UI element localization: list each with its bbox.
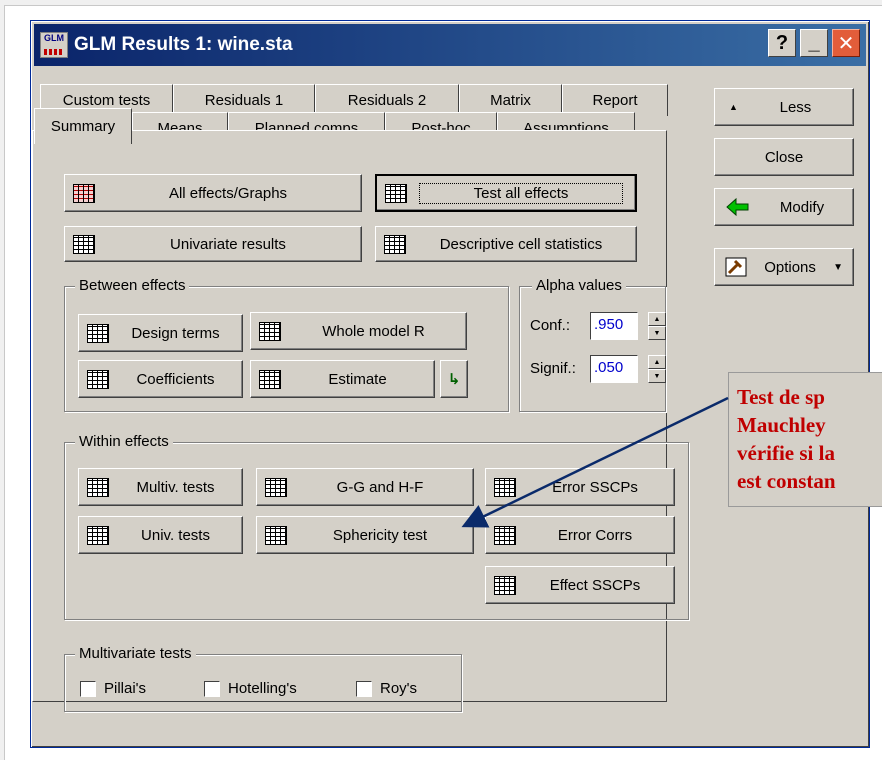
table-icon xyxy=(87,477,109,497)
table-icon xyxy=(73,234,95,254)
table-icon xyxy=(87,525,109,545)
all-effects-graphs-button[interactable]: All effects/Graphs xyxy=(64,174,362,212)
error-sscps-button[interactable]: Error SSCPs xyxy=(485,468,675,506)
glm-app-icon: GLM xyxy=(40,32,68,58)
table-icon xyxy=(87,323,109,343)
alpha-values-title: Alpha values xyxy=(532,277,626,294)
summary-table-icon xyxy=(385,183,407,203)
test-all-effects-button[interactable]: Test all effects xyxy=(375,174,637,212)
univ-tests-button[interactable]: Univ. tests xyxy=(78,516,243,554)
signif-input[interactable]: .050 xyxy=(590,355,638,383)
whole-model-r-button[interactable]: Whole model R xyxy=(250,312,467,350)
hotellings-checkbox[interactable]: Hotelling's xyxy=(204,680,297,697)
alpha-values-group: Alpha values xyxy=(519,277,666,412)
annotation-callout: Test de sp Mauchley vérifie si la est co… xyxy=(728,372,882,507)
within-effects-title: Within effects xyxy=(75,433,173,450)
table-icon xyxy=(259,369,281,389)
annotation-line: vérifie si la xyxy=(737,441,835,465)
signif-label: Signif.: xyxy=(530,360,576,377)
table-icon xyxy=(494,575,516,595)
close-button[interactable]: Close xyxy=(714,138,854,176)
conf-input[interactable]: .950 xyxy=(590,312,638,340)
estimate-arrow-button[interactable]: ↳ xyxy=(440,360,468,398)
table-icon xyxy=(265,525,287,545)
table-icon xyxy=(384,234,406,254)
gg-hf-button[interactable]: G-G and H-F xyxy=(256,468,474,506)
annotation-line: Mauchley xyxy=(737,413,826,437)
univariate-results-button[interactable]: Univariate results xyxy=(64,226,362,262)
design-terms-button[interactable]: Design terms xyxy=(78,314,243,352)
effect-sscps-button[interactable]: Effect SSCPs xyxy=(485,566,675,604)
spin-down-icon[interactable]: ▼ xyxy=(648,326,666,340)
conf-spinner[interactable]: ▲ ▼ xyxy=(648,312,666,340)
window-title: GLM Results 1: wine.sta xyxy=(74,34,293,55)
table-icon xyxy=(259,321,281,341)
coefficients-button[interactable]: Coefficients xyxy=(78,360,243,398)
step-into-icon: ↳ xyxy=(447,371,461,388)
graph-icon xyxy=(73,183,95,203)
multivariate-tests-title: Multivariate tests xyxy=(75,645,196,662)
descriptive-cell-statistics-button[interactable]: Descriptive cell statistics xyxy=(375,226,637,262)
dropdown-arrow-icon: ▼ xyxy=(833,261,843,273)
annotation-line: est constan xyxy=(737,469,836,493)
table-icon xyxy=(87,369,109,389)
estimate-button[interactable]: Estimate xyxy=(250,360,435,398)
roys-checkbox[interactable]: Roy's xyxy=(356,680,417,697)
close-window-button[interactable]: ✕ xyxy=(832,29,860,57)
minimize-button[interactable]: _ xyxy=(800,29,828,57)
annotation-line: Test de sp xyxy=(737,385,825,409)
tab-summary[interactable]: Summary xyxy=(34,108,132,144)
error-corrs-button[interactable]: Error Corrs xyxy=(485,516,675,554)
table-icon xyxy=(265,477,287,497)
options-tool-icon xyxy=(725,257,747,277)
checkbox-box[interactable] xyxy=(80,680,96,697)
spin-up-icon[interactable]: ▲ xyxy=(648,312,666,326)
spin-down-icon[interactable]: ▼ xyxy=(648,369,666,383)
spin-up-icon[interactable]: ▲ xyxy=(648,355,666,369)
between-effects-title: Between effects xyxy=(75,277,190,294)
table-icon xyxy=(494,477,516,497)
sphericity-test-button[interactable]: Sphericity test xyxy=(256,516,474,554)
less-button[interactable]: ▲ Less xyxy=(714,88,854,126)
multiv-tests-button[interactable]: Multiv. tests xyxy=(78,468,243,506)
modify-button[interactable]: Modify xyxy=(714,188,854,226)
help-button[interactable]: ? xyxy=(768,29,796,57)
pillais-checkbox[interactable]: Pillai's xyxy=(80,680,146,697)
title-bar[interactable]: GLM GLM Results 1: wine.sta ? _ ✕ xyxy=(34,24,866,66)
checkbox-box[interactable] xyxy=(356,680,372,697)
back-arrow-icon xyxy=(726,197,749,217)
conf-label: Conf.: xyxy=(530,317,571,334)
options-button[interactable]: Options ▼ xyxy=(714,248,854,286)
table-icon xyxy=(494,525,516,545)
collapse-icon: ▲ xyxy=(729,102,738,112)
checkbox-box[interactable] xyxy=(204,680,220,697)
signif-spinner[interactable]: ▲ ▼ xyxy=(648,355,666,383)
